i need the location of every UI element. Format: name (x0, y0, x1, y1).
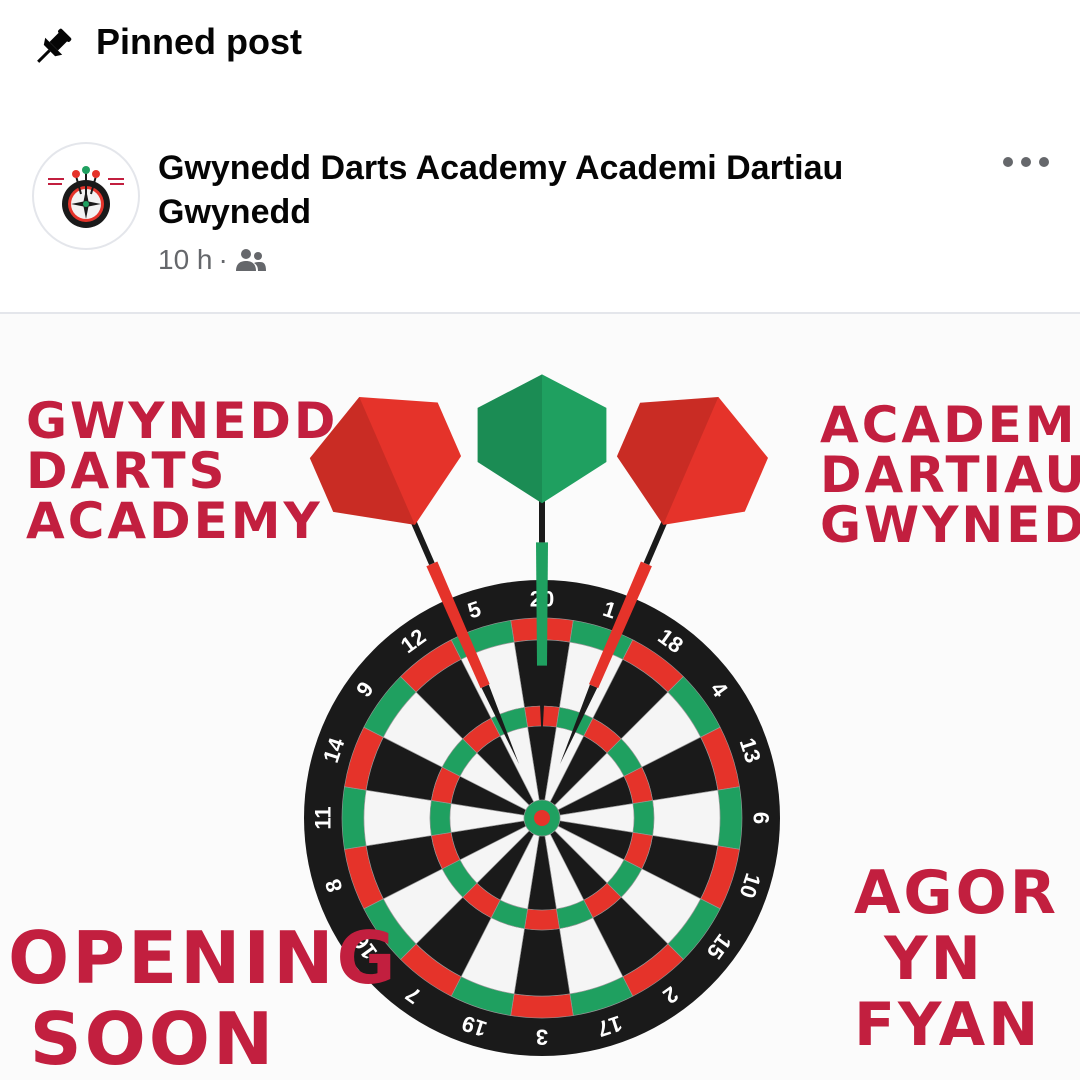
pinned-header: Pinned post (0, 0, 1080, 90)
board-number: 11 (311, 806, 336, 829)
treble-ring-segment (429, 800, 452, 836)
post-meta: 10 h · (158, 244, 268, 276)
meta-separator: · (218, 244, 228, 275)
post-image[interactable]: 2011841361015217319716811149125 Gwynedd … (0, 314, 1080, 1080)
post-header: Gwynedd Darts Academy Academi Dartiau Gw… (0, 130, 1080, 300)
poster-opening-soon: Opening Soon (8, 916, 399, 1080)
board-number: 6 (749, 812, 774, 824)
avatar-dartboard-icon (48, 166, 124, 228)
double-ring-segment (510, 993, 574, 1019)
bullseye (534, 810, 550, 826)
page-avatar[interactable] (32, 142, 140, 250)
double-ring-segment (717, 786, 743, 850)
pin-icon (37, 28, 72, 63)
board-number: 3 (536, 1025, 548, 1050)
poster-agor-yn-fyan: Agor yn fyan (854, 858, 1059, 1060)
double-ring-segment (341, 786, 367, 850)
more-options-icon[interactable] (1000, 150, 1052, 174)
pinned-post-label: Pinned post (96, 21, 302, 62)
page-name-link[interactable]: Gwynedd Darts Academy Academi Dartiau Gw… (158, 146, 918, 234)
post-time[interactable]: 10 h (158, 244, 213, 276)
group-icon[interactable] (234, 245, 268, 275)
poster-title-welsh: Academi Dartiau Gwynedd (820, 396, 1080, 554)
treble-ring-segment (524, 908, 560, 931)
treble-ring-segment (632, 800, 655, 836)
poster-title-english: Gwynedd Darts Academy (26, 392, 339, 550)
